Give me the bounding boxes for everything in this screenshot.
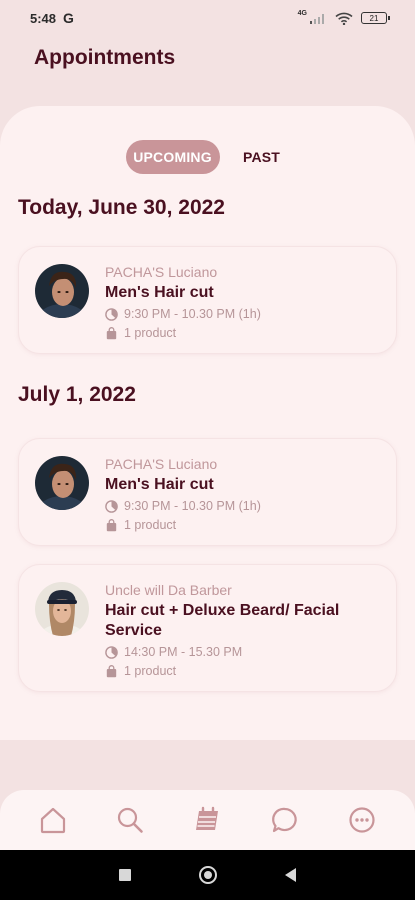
google-icon: G [63,10,74,26]
service-name: Men's Hair cut [105,476,214,493]
shop-name: PACHA'S Luciano [105,264,218,280]
shopping-bag-icon [106,664,117,677]
appointment-card[interactable]: PACHA'S Luciano Men's Hair cut 9:30 PM -… [18,246,397,354]
search-icon [117,807,143,833]
product-count: 1 product [124,664,177,678]
clock-icon [105,307,118,321]
more-icon [349,807,375,833]
barber-avatar [35,264,89,318]
home-icon [40,807,65,834]
clock-icon [105,645,118,659]
appointment-tabs: UPCOMING PAST [0,140,415,174]
product-count: 1 product [124,518,177,532]
appointment-time: 9:30 PM - 10.30 PM (1h) [124,499,261,513]
home-button[interactable] [199,866,217,884]
appointment-card[interactable]: PACHA'S Luciano Men's Hair cut 9:30 PM -… [18,438,397,546]
nav-home[interactable] [33,800,73,840]
nav-search[interactable] [110,800,150,840]
appointment-time: 14:30 PM - 15.30 PM [124,645,243,659]
shop-name: Uncle will Da Barber [105,582,232,598]
page-title: Appointments [34,46,176,69]
nav-chat[interactable] [265,800,305,840]
appointment-card[interactable]: Uncle will Da Barber Hair cut + Deluxe B… [18,564,397,692]
clock: 5:48 [30,10,57,26]
wifi-icon [335,12,353,25]
back-button[interactable] [285,868,296,882]
shopping-bag-icon [106,518,117,531]
clock-icon [105,499,118,513]
signal-icon [310,14,324,24]
status-bar: 5:48 G 4G 21 [0,0,415,36]
shopping-bag-icon [106,326,117,339]
battery-icon: 21 [361,12,390,24]
section-title: July 1, 2022 [18,383,136,406]
barber-avatar [35,456,89,510]
network-label: 4G [297,9,307,17]
chat-icon [271,807,297,833]
recents-button[interactable] [119,869,131,881]
calendar-icon [196,806,219,830]
shop-name: PACHA'S Luciano [105,456,218,472]
nav-appointments[interactable] [187,800,227,840]
barber-avatar [35,582,89,636]
service-name: Hair cut + Deluxe Beard/ Facial Service [105,602,340,639]
product-count: 1 product [124,326,177,340]
bottom-nav [0,790,415,850]
appointment-time: 9:30 PM - 10.30 PM (1h) [124,307,261,321]
service-name: Men's Hair cut [105,284,214,301]
system-nav-bar [0,850,415,900]
nav-more[interactable] [342,800,382,840]
section-title: Today, June 30, 2022 [18,196,225,219]
appointments-sheet: UPCOMING PAST Today, June 30, 2022 PACHA… [0,106,415,740]
tab-past[interactable]: PAST [234,140,290,174]
tab-upcoming[interactable]: UPCOMING [125,140,220,174]
